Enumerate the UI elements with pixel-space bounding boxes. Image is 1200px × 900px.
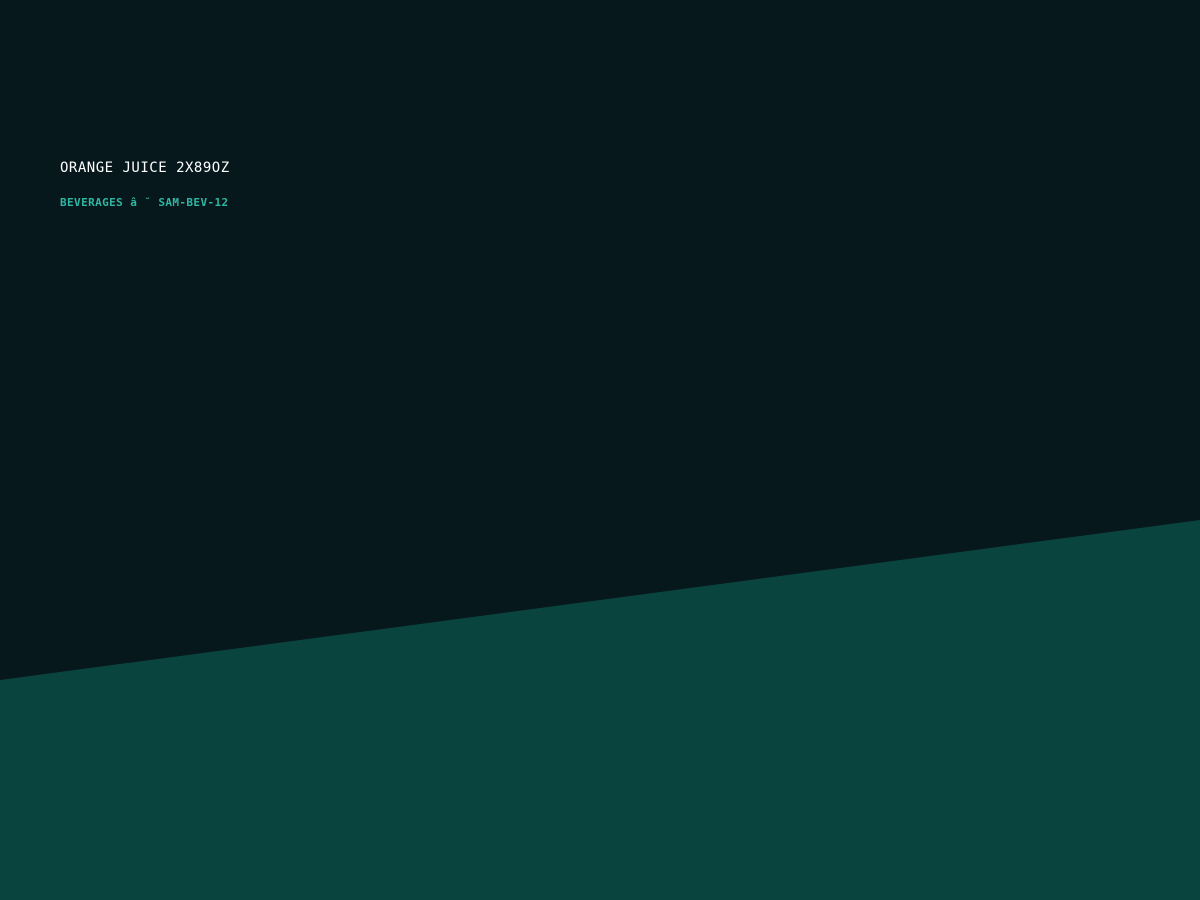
- product-meta: BEVERAGES â ˘ SAM-BEV-12: [60, 196, 229, 209]
- product-title: ORANGE JUICE 2X89OZ: [60, 160, 230, 176]
- background-wedge: [0, 520, 1200, 900]
- product-header: ORANGE JUICE 2X89OZ BEVERAGES â ˘ SAM-BE…: [60, 158, 230, 210]
- teal-wedge-shape: [0, 520, 1200, 900]
